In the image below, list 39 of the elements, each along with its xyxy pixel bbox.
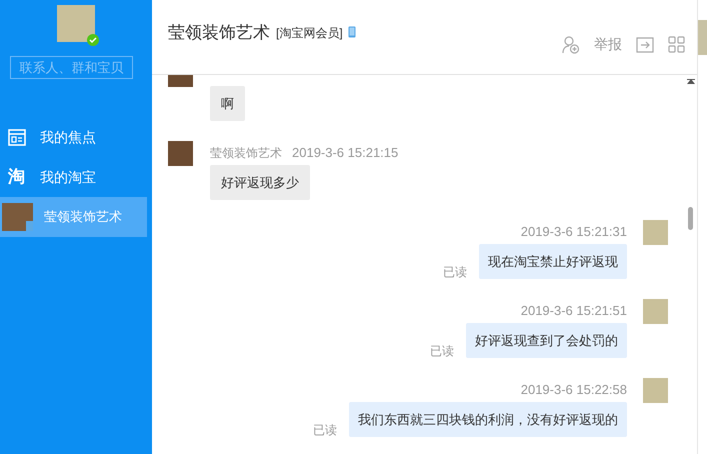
member-label: [淘宝网会员] <box>276 25 343 42</box>
contact-avatar <box>2 203 33 231</box>
scroll-thumb[interactable] <box>688 207 693 230</box>
photo-placeholder <box>698 20 707 55</box>
read-status: 已读 <box>443 264 467 281</box>
search-field[interactable]: 联系人、群和宝贝 <box>10 56 133 79</box>
sender-name: 莹领装饰艺术 <box>210 145 282 162</box>
my-avatar <box>643 220 668 245</box>
card-icon <box>8 128 26 146</box>
taobao-glyph: 淘 <box>8 166 26 188</box>
phone-icon <box>348 26 356 38</box>
message-bubble: 现在淘宝禁止好评返现 <box>479 244 627 279</box>
nav-item[interactable]: 我的焦点 <box>0 117 147 157</box>
message-bubble: 好评返现查到了会处罚的 <box>466 323 627 358</box>
my-avatar <box>643 378 668 403</box>
message-bubble: 好评返现多少 <box>210 165 310 200</box>
nav-label: 莹领装饰艺术 <box>44 208 122 226</box>
profile-avatar[interactable] <box>57 5 95 42</box>
message-time: 2019-3-6 15:22:58 <box>520 381 627 400</box>
nav-item[interactable]: 淘 我的淘宝 <box>0 157 147 197</box>
nav-item[interactable]: 莹领装饰艺术 <box>0 197 147 237</box>
message-time: 2019-3-6 15:21:31 <box>520 223 627 242</box>
transfer-icon[interactable] <box>636 36 654 52</box>
nav-label: 我的焦点 <box>40 128 96 146</box>
message-time: 2019-3-6 15:21:51 <box>520 302 627 320</box>
my-avatar <box>643 299 668 324</box>
read-status: 已读 <box>430 343 454 360</box>
message-bubble: 我们东西就三四块钱的利润，没有好评返现的 <box>349 402 627 437</box>
grid-icon[interactable] <box>668 36 685 53</box>
online-check-icon <box>87 34 99 46</box>
message-time: 2019-3-6 15:21:15 <box>292 144 398 162</box>
read-status: 已读 <box>313 422 337 439</box>
add-contact-icon[interactable] <box>562 36 580 54</box>
message-bubble: 啊 <box>210 86 245 121</box>
nav-label: 我的淘宝 <box>40 168 96 186</box>
chat-title: 莹领装饰艺术 <box>168 22 270 44</box>
scroll-up-icon[interactable] <box>687 79 695 84</box>
report-button[interactable]: 举报 <box>594 34 622 55</box>
contact-avatar <box>168 141 193 166</box>
